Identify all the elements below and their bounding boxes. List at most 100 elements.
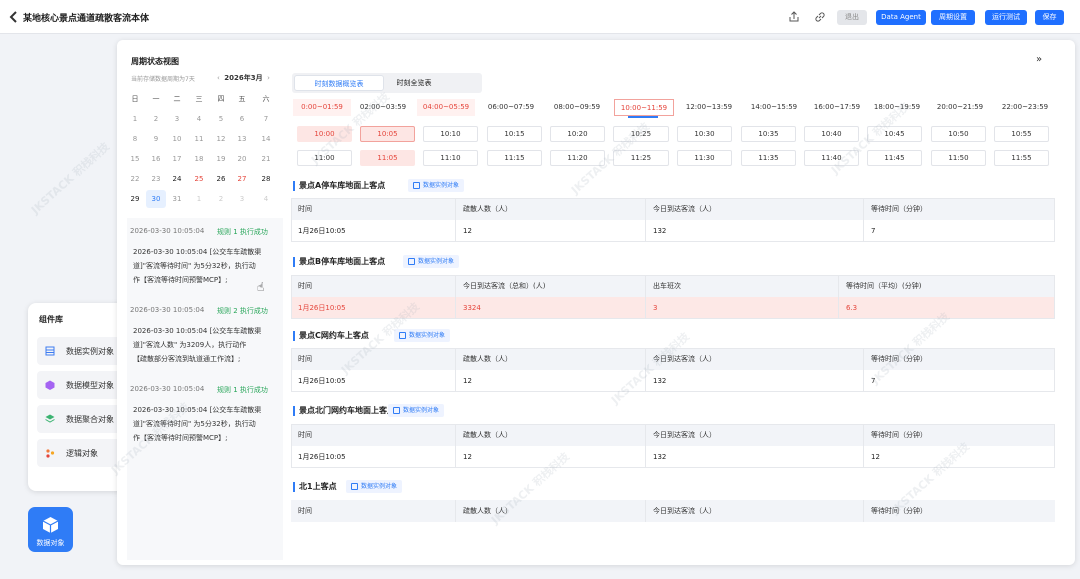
tab-overview[interactable]: 时刻数据概览表 (294, 75, 384, 91)
back-arrow-icon[interactable] (9, 10, 21, 24)
range-chip[interactable]: 20:00~21:59 (931, 99, 989, 116)
calendar-day[interactable]: 28 (256, 170, 276, 188)
tag-icon (393, 407, 400, 414)
time-slot[interactable]: 10:50 (931, 126, 986, 142)
period-settings-button[interactable]: 周期设置 (931, 10, 975, 25)
time-slot[interactable]: 10:00 (297, 126, 352, 142)
instance-tag[interactable]: 数据实例对象 (403, 255, 460, 268)
top-bar: 某地核心景点通道疏散客流本体 退出 Data Agent 周期设置 运行测试 保… (0, 0, 1080, 34)
calendar-day[interactable]: 23 (146, 170, 166, 188)
range-chip[interactable]: 12:00~13:59 (680, 99, 738, 116)
calendar-day[interactable]: 3 (167, 110, 187, 128)
calendar-day[interactable]: 4 (256, 190, 276, 208)
calendar-day[interactable]: 8 (125, 130, 145, 148)
calendar-day[interactable]: 1 (125, 110, 145, 128)
time-slot[interactable]: 11:15 (487, 150, 542, 166)
range-chip[interactable]: 22:00~23:59 (996, 99, 1054, 116)
time-slot[interactable]: 10:55 (994, 126, 1049, 142)
time-slot[interactable]: 11:10 (423, 150, 478, 166)
calendar-day-selected[interactable]: 30 (146, 190, 166, 208)
time-slot[interactable]: 11:35 (741, 150, 796, 166)
calendar-day[interactable]: 10 (167, 130, 187, 148)
time-slot[interactable]: 10:20 (550, 126, 605, 142)
instance-tag[interactable]: 数据实例对象 (346, 480, 403, 493)
range-chip-selected[interactable]: 10:00~11:59 (614, 99, 674, 116)
time-slot[interactable]: 10:30 (677, 126, 732, 142)
time-slot[interactable]: 10:25 (613, 126, 669, 142)
calendar-day[interactable]: 27 (232, 170, 252, 188)
calendar-day[interactable]: 12 (211, 130, 231, 148)
calendar-day[interactable]: 7 (256, 110, 276, 128)
calendar-day[interactable]: 2 (211, 190, 231, 208)
range-chip[interactable]: 18:00~19:59 (868, 99, 926, 116)
calendar-day[interactable]: 3 (232, 190, 252, 208)
time-slot[interactable]: 11:20 (550, 150, 605, 166)
calendar-day[interactable]: 25 (189, 170, 209, 188)
column-header: 今日到达客流（人） (645, 500, 863, 522)
time-slot[interactable]: 10:45 (867, 126, 922, 142)
calendar-day[interactable]: 22 (125, 170, 145, 188)
data-object-button[interactable]: 数据对象 (28, 507, 73, 552)
range-chip[interactable]: 04:00~05:59 (417, 99, 475, 116)
data-agent-button[interactable]: Data Agent (876, 10, 926, 25)
calendar-day[interactable]: 5 (211, 110, 231, 128)
range-chip[interactable]: 16:00~17:59 (808, 99, 866, 116)
time-slot[interactable]: 11:30 (677, 150, 732, 166)
calendar-day[interactable]: 24 (167, 170, 187, 188)
instance-tag[interactable]: 数据实例对象 (388, 404, 445, 417)
calendar-day[interactable]: 6 (232, 110, 252, 128)
time-slot[interactable]: 11:05 (360, 150, 415, 166)
time-slot[interactable]: 10:15 (487, 126, 542, 142)
log-time: 2026-03-30 10:05:04 (130, 306, 205, 314)
weekday: 三 (195, 95, 203, 103)
calendar-day[interactable]: 15 (125, 150, 145, 168)
range-chip[interactable]: 02:00~03:59 (353, 99, 413, 116)
calendar-day[interactable]: 14 (256, 130, 276, 148)
column-header: 时间 (298, 507, 312, 515)
time-slot[interactable]: 11:50 (931, 150, 986, 166)
calendar-day[interactable]: 1 (189, 190, 209, 208)
calendar-day[interactable]: 29 (125, 190, 145, 208)
calendar-day[interactable]: 31 (167, 190, 187, 208)
log-line: 道]"客流等待时间" 为5分32秒，执行动 (133, 262, 256, 270)
time-slot[interactable]: 11:45 (867, 150, 922, 166)
calendar-day[interactable]: 19 (211, 150, 231, 168)
range-chip[interactable]: 14:00~15:59 (745, 99, 803, 116)
instance-tag[interactable]: 数据实例对象 (408, 179, 465, 192)
calendar-day[interactable]: 20 (232, 150, 252, 168)
run-test-button[interactable]: 运行测试 (985, 10, 1027, 25)
tag-label: 数据实例对象 (409, 332, 446, 339)
calendar-day[interactable]: 18 (189, 150, 209, 168)
time-slot[interactable]: 10:35 (741, 126, 796, 142)
tag-label: 数据实例对象 (423, 182, 460, 189)
expand-icon[interactable]: » (1036, 54, 1042, 65)
calendar-day[interactable]: 13 (232, 130, 252, 148)
calendar-day[interactable]: 4 (189, 110, 209, 128)
time-slot[interactable]: 11:40 (804, 150, 859, 166)
range-chip[interactable]: 06:00~07:59 (482, 99, 540, 116)
next-month-icon[interactable]: › (267, 74, 270, 82)
tag-icon (351, 483, 358, 490)
calendar-day[interactable]: 21 (256, 150, 276, 168)
calendar-day[interactable]: 2 (146, 110, 166, 128)
calendar-day[interactable]: 9 (146, 130, 166, 148)
range-chip[interactable]: 0:00~01:59 (293, 99, 351, 116)
save-button[interactable]: 保存 (1035, 10, 1064, 25)
range-chip[interactable]: 08:00~09:59 (548, 99, 606, 116)
exit-button[interactable]: 退出 (837, 10, 867, 25)
time-slot[interactable]: 11:25 (613, 150, 669, 166)
calendar-day[interactable]: 16 (146, 150, 166, 168)
link-icon[interactable] (814, 11, 826, 23)
calendar-day[interactable]: 26 (211, 170, 231, 188)
instance-tag[interactable]: 数据实例对象 (394, 329, 451, 342)
time-slot-selected[interactable]: 10:05 (360, 126, 415, 142)
time-slot[interactable]: 11:00 (297, 150, 352, 166)
prev-month-icon[interactable]: ‹ (217, 74, 220, 82)
tab-all[interactable]: 时刻全览表 (384, 75, 444, 91)
time-slot[interactable]: 10:40 (804, 126, 859, 142)
calendar-day[interactable]: 11 (189, 130, 209, 148)
time-slot[interactable]: 10:10 (423, 126, 478, 142)
calendar-day[interactable]: 17 (167, 150, 187, 168)
time-slot[interactable]: 11:55 (994, 150, 1049, 166)
share-icon[interactable] (788, 11, 800, 23)
